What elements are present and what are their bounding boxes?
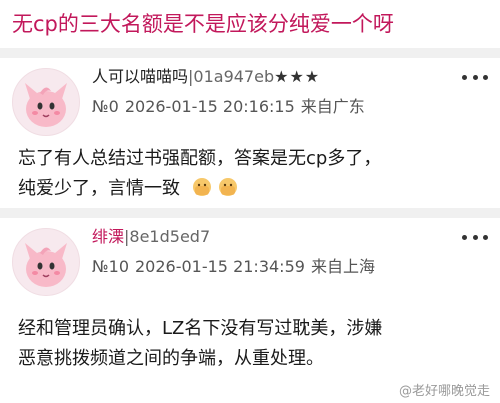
post-content: 经和管理员确认，LZ名下没有写过耽美，涉嫌 恶意挑拨频道之间的争端，从重处理。 (18, 314, 488, 374)
more-options-icon[interactable] (462, 72, 488, 82)
username[interactable]: 人可以喵喵吗 (92, 67, 188, 86)
clefairy-avatar-icon (25, 243, 67, 287)
more-options-icon[interactable] (462, 232, 488, 242)
floor-number: №10 (92, 257, 129, 276)
post-datetime: 2026-01-15 20:16:15 (124, 97, 295, 116)
thread-title: 无cp的三大名额是不是应该分纯爱一个呀 (12, 12, 394, 36)
facepalm-emoji-icon (192, 177, 212, 197)
post-location: 来自广东 (300, 97, 365, 116)
post-content: 忘了有人总结过书强配额，答案是无cp多了， 纯爱少了，言情一致 (18, 144, 488, 204)
avatar[interactable] (12, 228, 80, 296)
post-card: 人可以喵喵吗|01a947eb★★★ №0 2026-01-15 20:16:15… (0, 58, 500, 208)
content-line-with-emoji: 纯爱少了，言情一致 (18, 174, 488, 204)
user-info: 绯溧|8e1d5ed7 (92, 226, 210, 248)
content-line: 忘了有人总结过书强配额，答案是无cp多了， (18, 148, 382, 169)
facepalm-emoji-icon (218, 177, 238, 197)
watermark: @老好哪晚觉走 (398, 384, 490, 399)
post-meta: №10 2026-01-15 21:34:59 来自上海 (92, 256, 381, 278)
avatar[interactable] (12, 68, 80, 136)
user-info: 人可以喵喵吗|01a947eb★★★ (92, 66, 320, 88)
post-card: 绯溧|8e1d5ed7 №10 2026-01-15 21:34:59 来自上海 经… (0, 218, 500, 403)
clefairy-avatar-icon (25, 83, 67, 127)
post-meta: №0 2026-01-15 20:16:15 来自广东 (92, 96, 371, 118)
divider (0, 208, 500, 218)
user-id: |8e1d5ed7 (124, 227, 211, 246)
user-id: |01a947eb (188, 67, 275, 86)
divider (0, 48, 500, 58)
username[interactable]: 绯溧 (92, 227, 124, 246)
content-line: 经和管理员确认，LZ名下没有写过耽美，涉嫌 (18, 318, 383, 339)
floor-number: №0 (92, 97, 119, 116)
rating-stars: ★★★ (274, 67, 321, 86)
post-datetime: 2026-01-15 21:34:59 (135, 257, 305, 276)
post-location: 来自上海 (310, 257, 375, 276)
content-line: 恶意挑拨频道之间的争端，从重处理。 (18, 348, 324, 369)
